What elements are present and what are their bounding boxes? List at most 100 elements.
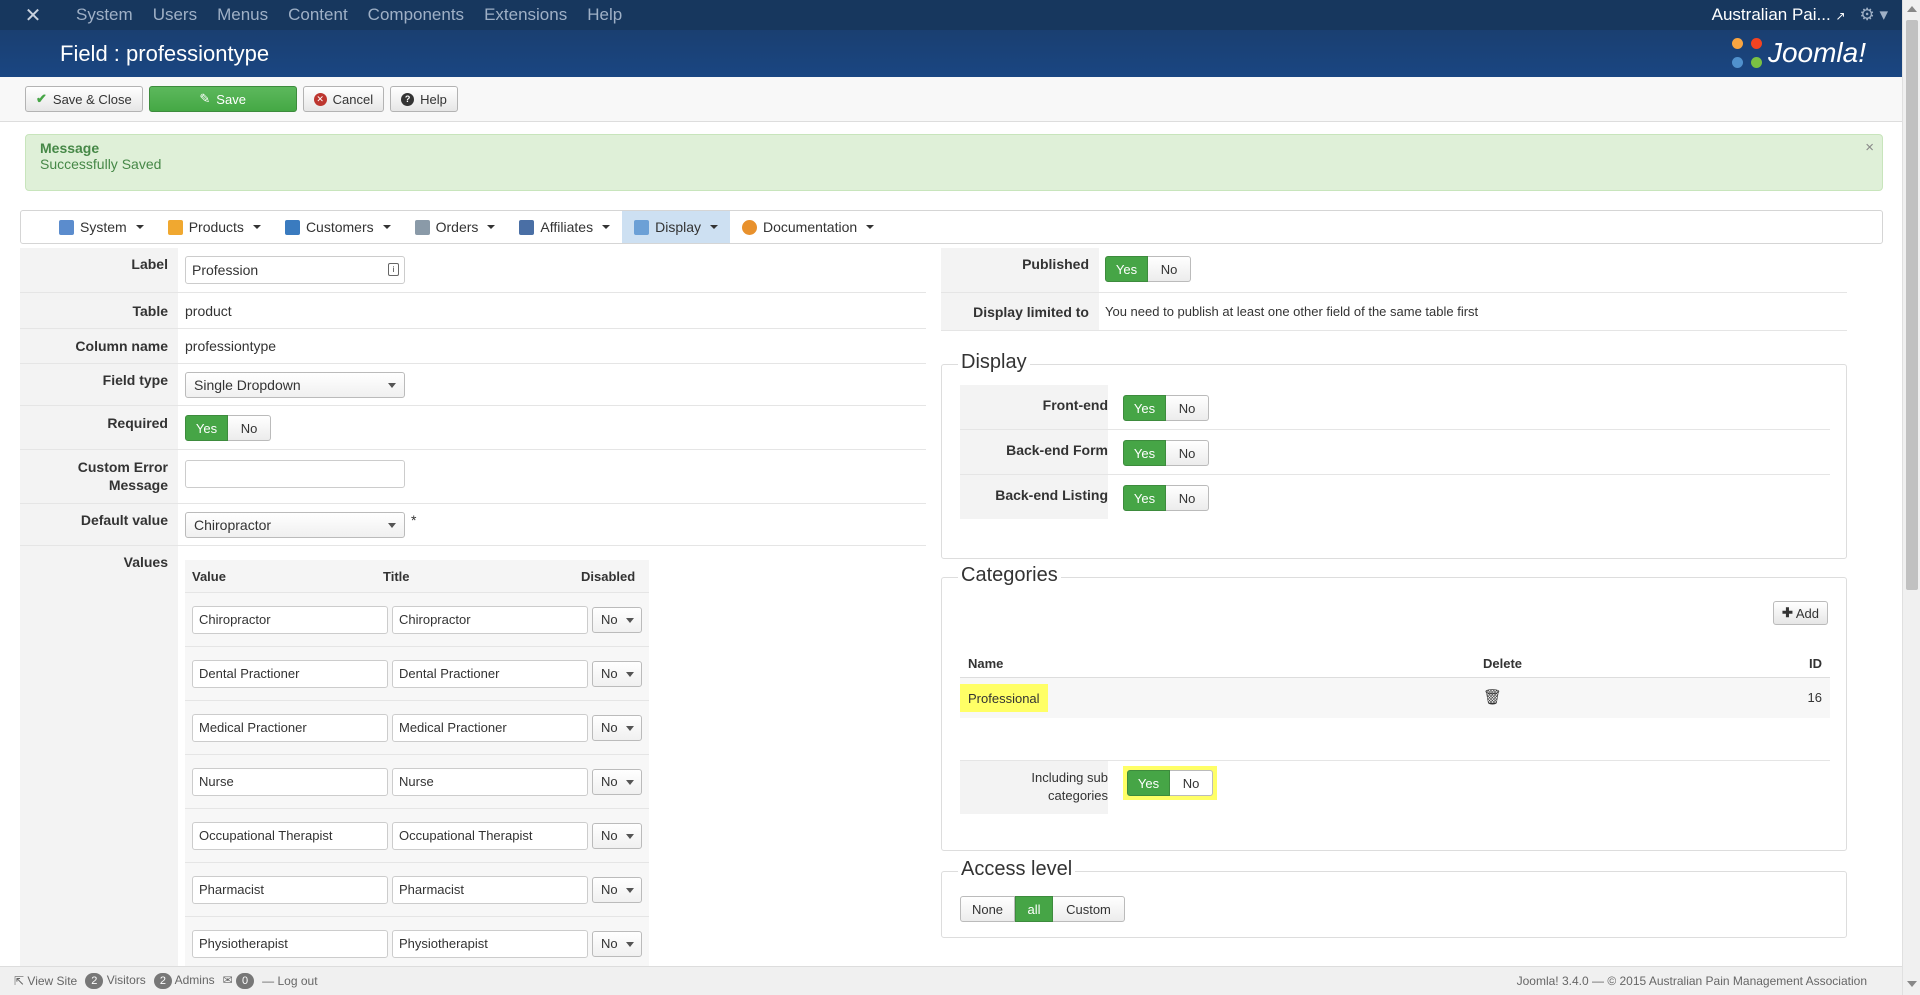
values-header-value: Value: [192, 568, 226, 584]
backend-listing-label: Back-end Listing: [960, 475, 1108, 519]
submenu-customers[interactable]: Customers: [273, 211, 403, 243]
values-row: Medical Practioner Medical Practioner No: [185, 700, 649, 754]
custom-error-input[interactable]: [185, 460, 405, 488]
access-all[interactable]: all: [1015, 896, 1053, 922]
disabled-select[interactable]: No: [592, 822, 642, 849]
save-close-button[interactable]: ✔ Save & Close: [25, 86, 143, 112]
values-row: Chiropractor Chiropractor No: [185, 592, 649, 646]
status-bar: ⇱ View Site 2 Visitors 2 Admins ✉ 0 — Lo…: [0, 966, 1902, 995]
title-input[interactable]: Occupational Therapist: [392, 821, 588, 850]
menu-help[interactable]: Help: [577, 5, 632, 25]
joomla-icon[interactable]: ✕: [0, 0, 66, 30]
scrollbar-thumb[interactable]: [1906, 20, 1918, 590]
value-input[interactable]: Physiotherapist: [192, 929, 388, 958]
required-yes[interactable]: Yes: [185, 415, 228, 441]
admins-link[interactable]: 2 Admins: [153, 973, 215, 989]
backend-listing-no[interactable]: No: [1166, 485, 1209, 511]
field-type-select[interactable]: Single Dropdown: [185, 372, 405, 398]
published-yes[interactable]: Yes: [1105, 256, 1148, 282]
required-no[interactable]: No: [228, 415, 271, 441]
value-input[interactable]: Medical Practioner: [192, 713, 388, 742]
menu-extensions[interactable]: Extensions: [474, 5, 577, 25]
help-icon: ?: [401, 92, 415, 106]
value-input[interactable]: Nurse: [192, 767, 388, 796]
default-value-select[interactable]: Chiropractor: [185, 512, 405, 538]
backend-listing-yes[interactable]: Yes: [1123, 485, 1166, 511]
backend-form-yes[interactable]: Yes: [1123, 440, 1166, 466]
category-name[interactable]: Professional: [960, 684, 1048, 712]
save-button[interactable]: ✎ Save: [148, 86, 297, 112]
site-link[interactable]: Australian Pai... ↗: [1712, 5, 1846, 25]
external-link-icon: ↗: [1835, 9, 1846, 23]
title-input[interactable]: Dental Practioner: [392, 659, 588, 688]
disabled-select[interactable]: No: [592, 930, 642, 957]
row-field-type: Field type Single Dropdown: [20, 364, 926, 406]
including-sub-yes[interactable]: Yes: [1127, 770, 1170, 796]
visitors-link[interactable]: 2 Visitors: [85, 973, 146, 989]
disabled-select[interactable]: No: [592, 660, 642, 687]
menu-menus[interactable]: Menus: [207, 5, 278, 25]
help-button[interactable]: ? Help: [390, 86, 458, 112]
chevron-down-icon: [626, 887, 634, 893]
disabled-select[interactable]: No: [592, 876, 642, 903]
external-link-icon: ⇱: [14, 974, 25, 988]
trash-icon[interactable]: 🗑: [1483, 688, 1502, 706]
cancel-button[interactable]: ✕ Cancel: [302, 86, 385, 112]
disabled-select[interactable]: No: [592, 768, 642, 795]
add-category-button[interactable]: ✚ Add: [1772, 601, 1828, 625]
submenu-documentation[interactable]: Documentation: [730, 211, 886, 243]
menu-content[interactable]: Content: [278, 5, 358, 25]
title-input[interactable]: Physiotherapist: [392, 929, 588, 958]
page-scrollbar[interactable]: [1902, 0, 1920, 995]
submenu-affiliates[interactable]: Affiliates: [507, 211, 622, 243]
values-row: Dental Practioner Dental Practioner No: [185, 646, 649, 700]
view-site-link[interactable]: ⇱ View Site: [14, 974, 77, 988]
submenu-system[interactable]: System: [47, 211, 156, 243]
value-input[interactable]: Chiropractor: [192, 605, 388, 634]
joomla-logo: Joomla!: [1731, 34, 1866, 72]
value-input[interactable]: Dental Practioner: [192, 659, 388, 688]
categories-table-header: Name Delete ID: [960, 650, 1830, 678]
check-icon: ✔: [36, 91, 47, 106]
documentation-icon: [742, 219, 757, 235]
user-settings-gear-icon[interactable]: ⚙ ▾: [1860, 5, 1889, 25]
title-input[interactable]: Nurse: [392, 767, 588, 796]
language-icon[interactable]: i: [388, 263, 399, 276]
access-custom[interactable]: Custom: [1053, 896, 1125, 922]
value-input[interactable]: Pharmacist: [192, 875, 388, 904]
table-label: Table: [132, 303, 168, 319]
label-input[interactable]: Profession i: [185, 256, 405, 284]
value-input[interactable]: Occupational Therapist: [192, 821, 388, 850]
submenu-products[interactable]: Products: [156, 211, 273, 243]
title-input[interactable]: Medical Practioner: [392, 713, 588, 742]
frontend-yes[interactable]: Yes: [1123, 395, 1166, 421]
including-sub-no[interactable]: No: [1170, 770, 1213, 796]
menu-system[interactable]: System: [66, 5, 143, 25]
disabled-select[interactable]: No: [592, 714, 642, 741]
menu-users[interactable]: Users: [143, 5, 207, 25]
menu-components[interactable]: Components: [358, 5, 474, 25]
message-title: Message: [40, 140, 100, 156]
submenu-orders[interactable]: Orders: [403, 211, 508, 243]
messages-link[interactable]: ✉ 0: [223, 973, 255, 989]
column-name-label: Column name: [75, 338, 168, 354]
scroll-up-icon[interactable]: [1907, 6, 1917, 12]
chevron-down-icon: [626, 779, 634, 785]
submenu-display[interactable]: Display: [622, 211, 730, 243]
title-input[interactable]: Pharmacist: [392, 875, 588, 904]
scroll-down-icon[interactable]: [1907, 981, 1917, 987]
frontend-no[interactable]: No: [1166, 395, 1209, 421]
title-input[interactable]: Chiropractor: [392, 605, 588, 634]
backend-form-no[interactable]: No: [1166, 440, 1209, 466]
admin-menu: System Users Menus Content Components Ex…: [66, 5, 632, 25]
published-no[interactable]: No: [1148, 256, 1191, 282]
logout-link[interactable]: — Log out: [262, 974, 317, 988]
close-icon[interactable]: ×: [1865, 139, 1874, 156]
minus-icon: —: [262, 974, 275, 988]
row-default-value: Default value Chiropractor *: [20, 504, 926, 546]
admins-badge: 2: [153, 973, 172, 989]
access-none[interactable]: None: [960, 896, 1015, 922]
footer-copyright: Joomla! 3.4.0 — © 2015 Australian Pain M…: [1516, 974, 1867, 988]
tools-icon: [59, 219, 74, 235]
disabled-select[interactable]: No: [592, 606, 642, 633]
